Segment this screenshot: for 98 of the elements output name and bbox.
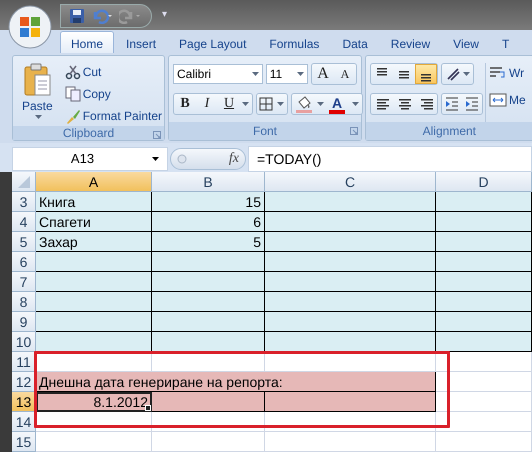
- merge-center-button[interactable]: Me: [486, 91, 529, 109]
- table-cell[interactable]: [436, 252, 532, 272]
- cut-button[interactable]: Cut: [62, 62, 166, 82]
- column-header[interactable]: C: [265, 172, 436, 192]
- table-cell[interactable]: [436, 232, 532, 252]
- borders-icon[interactable]: [257, 96, 275, 112]
- table-cell[interactable]: Спагети: [36, 212, 152, 232]
- paste-button[interactable]: Paste: [17, 62, 58, 126]
- row-header[interactable]: 6: [12, 252, 36, 272]
- ribbon-tab[interactable]: Data: [331, 31, 379, 53]
- table-cell[interactable]: [36, 252, 152, 272]
- table-cell[interactable]: 8.1.2012: [36, 392, 152, 412]
- insert-function-button[interactable]: fx: [228, 150, 239, 166]
- shrink-font-button[interactable]: A: [334, 64, 356, 84]
- table-cell[interactable]: [265, 332, 436, 352]
- copy-icon: [64, 86, 81, 102]
- customize-toolbar-icon[interactable]: ▾: [162, 8, 167, 20]
- table-cell[interactable]: [436, 292, 532, 312]
- table-cell[interactable]: [265, 252, 436, 272]
- row-header[interactable]: 11: [12, 352, 36, 372]
- merge-cells-icon: [489, 93, 507, 107]
- font-size-field[interactable]: 11: [266, 64, 308, 84]
- table-cell[interactable]: Книга: [36, 192, 152, 212]
- row-header[interactable]: 7: [12, 272, 36, 292]
- bold-button[interactable]: B: [174, 94, 196, 114]
- table-cell[interactable]: 15: [152, 192, 265, 212]
- wrap-text-button[interactable]: Wr: [486, 63, 529, 83]
- table-cell[interactable]: [152, 312, 265, 332]
- table-cell[interactable]: [152, 272, 265, 292]
- row-header[interactable]: 15: [12, 432, 36, 452]
- text-orientation-icon[interactable]: [445, 66, 461, 82]
- table-cell[interactable]: [436, 312, 532, 332]
- table-cell[interactable]: [265, 232, 436, 252]
- align-right-icon[interactable]: [419, 97, 433, 111]
- row-header[interactable]: 3: [12, 192, 36, 212]
- table-cell[interactable]: [265, 192, 436, 212]
- scissors-icon: [64, 64, 81, 80]
- caret-icon[interactable]: [152, 156, 159, 160]
- ribbon-tab[interactable]: T: [490, 31, 520, 53]
- table-cell[interactable]: [436, 212, 532, 232]
- ribbon-tab[interactable]: Page Layout: [168, 31, 258, 53]
- table-cell[interactable]: [436, 272, 532, 292]
- copy-button[interactable]: Copy: [62, 84, 166, 104]
- table-cell[interactable]: [265, 212, 436, 232]
- grow-font-button[interactable]: A: [312, 64, 334, 84]
- ribbon-tab[interactable]: Insert: [115, 31, 168, 53]
- table-cell[interactable]: [152, 292, 265, 312]
- align-center-icon[interactable]: [397, 97, 411, 111]
- row-header[interactable]: 14: [12, 412, 36, 432]
- row-header[interactable]: 8: [12, 292, 36, 312]
- brush-icon: [64, 108, 81, 124]
- clipboard-icon: [23, 63, 52, 97]
- table-cell[interactable]: [36, 332, 152, 352]
- table-cell[interactable]: [265, 312, 436, 332]
- save-icon[interactable]: [69, 8, 85, 24]
- table-cell[interactable]: [152, 252, 265, 272]
- formula-field[interactable]: =TODAY(): [248, 146, 532, 172]
- align-left-icon[interactable]: [375, 97, 389, 111]
- table-cell[interactable]: [265, 392, 436, 412]
- corner-triangle-icon: [18, 176, 30, 188]
- table-cell[interactable]: [152, 332, 265, 352]
- table-cell[interactable]: [436, 192, 532, 212]
- row-header[interactable]: 4: [12, 212, 36, 232]
- table-cell[interactable]: [265, 292, 436, 312]
- align-bottom-button[interactable]: [415, 64, 437, 84]
- row-header[interactable]: 9: [12, 312, 36, 332]
- row-header[interactable]: 13: [12, 392, 36, 412]
- table-cell[interactable]: Днешна дата генериране на репорта:: [36, 372, 436, 392]
- table-cell[interactable]: [36, 272, 152, 292]
- table-cell[interactable]: Захар: [36, 232, 152, 252]
- table-cell[interactable]: [436, 332, 532, 352]
- ribbon-tab[interactable]: View: [442, 31, 490, 53]
- column-header[interactable]: D: [436, 172, 532, 192]
- column-header[interactable]: A: [36, 172, 152, 192]
- underline-button[interactable]: U: [218, 94, 240, 114]
- italic-button[interactable]: I: [196, 94, 218, 114]
- row-header[interactable]: 5: [12, 232, 36, 252]
- table-cell[interactable]: [265, 272, 436, 292]
- font-name-field[interactable]: Calibri: [173, 64, 263, 84]
- group-label: Font: [252, 124, 277, 138]
- handle-icon: [177, 154, 187, 164]
- format-painter-button[interactable]: Format Painter: [62, 106, 166, 126]
- group-label: Clipboard: [62, 126, 114, 140]
- ribbon-tab[interactable]: Review: [380, 31, 442, 53]
- table-cell[interactable]: 5: [152, 232, 265, 252]
- row-header[interactable]: 10: [12, 332, 36, 352]
- name-box[interactable]: A13: [12, 146, 168, 170]
- fill-bucket-icon[interactable]: [295, 95, 313, 113]
- row-header[interactable]: 12: [12, 372, 36, 392]
- table-cell[interactable]: [36, 292, 152, 312]
- group-label: Alignment: [422, 124, 476, 138]
- office-button-icon[interactable]: [8, 5, 52, 49]
- table-cell[interactable]: 6: [152, 212, 265, 232]
- table-cell[interactable]: [152, 392, 265, 412]
- ribbon-tab[interactable]: Home: [60, 31, 114, 53]
- ribbon-tab[interactable]: Formulas: [258, 31, 330, 53]
- column-header[interactable]: B: [152, 172, 265, 192]
- table-cell[interactable]: [36, 312, 152, 332]
